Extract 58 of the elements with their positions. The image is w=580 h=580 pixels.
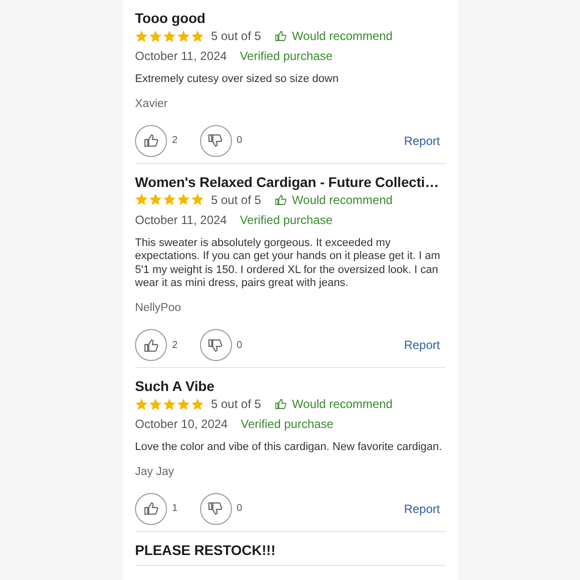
thumbs-up-icon (144, 338, 158, 352)
report-link[interactable]: Report (404, 132, 440, 150)
author-name: Xavier (135, 96, 169, 112)
rating-text: 5 out of 5 (211, 396, 262, 413)
recommend-label: Would recommend (292, 192, 393, 209)
review-date: October 11, 2024 (135, 48, 227, 65)
rating-text: 5 out of 5 (211, 28, 262, 45)
recommend-label: Would recommend (292, 28, 393, 45)
rating-text: 5 out of 5 (211, 192, 262, 209)
star-icon (177, 398, 190, 410)
helpful-button[interactable] (135, 124, 167, 157)
verified-label: Verified purchase (240, 48, 333, 65)
unhelpful-button[interactable] (200, 329, 232, 361)
star-icon (191, 398, 204, 410)
thumbs-down-icon (208, 338, 224, 352)
helpful-button[interactable] (135, 329, 167, 361)
star-icon (163, 193, 176, 206)
star-icon (149, 30, 162, 42)
review-date: October 11, 2024 (135, 212, 227, 229)
author-name: NellyPoo (135, 300, 182, 316)
unhelpful-count: 0 (236, 338, 242, 352)
thumbs-up-icon (144, 133, 158, 148)
star-icon (135, 193, 148, 206)
thumbs-up-icon (144, 501, 158, 516)
unhelpful-button[interactable] (200, 492, 232, 525)
star-icon (163, 30, 176, 42)
verified-label: Verified purchase (240, 212, 333, 229)
star-icon (177, 30, 190, 42)
review-date: October 10, 2024 (135, 416, 228, 433)
helpful-button[interactable] (135, 492, 167, 525)
star-icon (135, 30, 148, 42)
helpful-count: 2 (172, 134, 178, 148)
review-title: Women's Relaxed Cardigan - Future Collecti… (135, 172, 440, 191)
review-title: Tooo good (135, 9, 206, 27)
unhelpful-button[interactable] (200, 124, 232, 157)
star-icon (191, 193, 204, 206)
helpful-count: 1 (172, 502, 178, 516)
author-name: Jay Jay (135, 464, 175, 480)
star-icon (163, 398, 176, 410)
thumbs-down-icon (208, 133, 224, 148)
star-icon (135, 398, 148, 410)
star-icon (177, 193, 190, 206)
recommend-label: Would recommend (292, 396, 393, 413)
thumbs-down-icon (208, 501, 224, 516)
star-icon (191, 30, 204, 42)
helpful-count: 2 (172, 338, 178, 352)
verified-label: Verified purchase (240, 416, 334, 433)
unhelpful-count: 0 (236, 502, 242, 516)
review-text: Extremely cutesy over sized so size down (135, 73, 340, 86)
review-title: Such A Vibe (135, 377, 216, 395)
review-text: This sweater is absolutely gorgeous. It exceeded my expectations. If you can get your hands on it please get it. I am 5'1 my weight is 150. I ordered XL for the oversized look. I can wear it as mini dress, pairs great with jeans. (135, 236, 442, 291)
review-text: Love the color and vibe of this cardigan. New favorite cardigan. (135, 441, 443, 454)
report-link[interactable]: Report (404, 500, 440, 518)
review-title: PLEASE RESTOCK!!! (135, 540, 276, 559)
star-icon (149, 193, 162, 206)
unhelpful-count: 0 (236, 134, 242, 148)
report-link[interactable]: Report (404, 336, 440, 354)
star-icon (149, 398, 162, 410)
